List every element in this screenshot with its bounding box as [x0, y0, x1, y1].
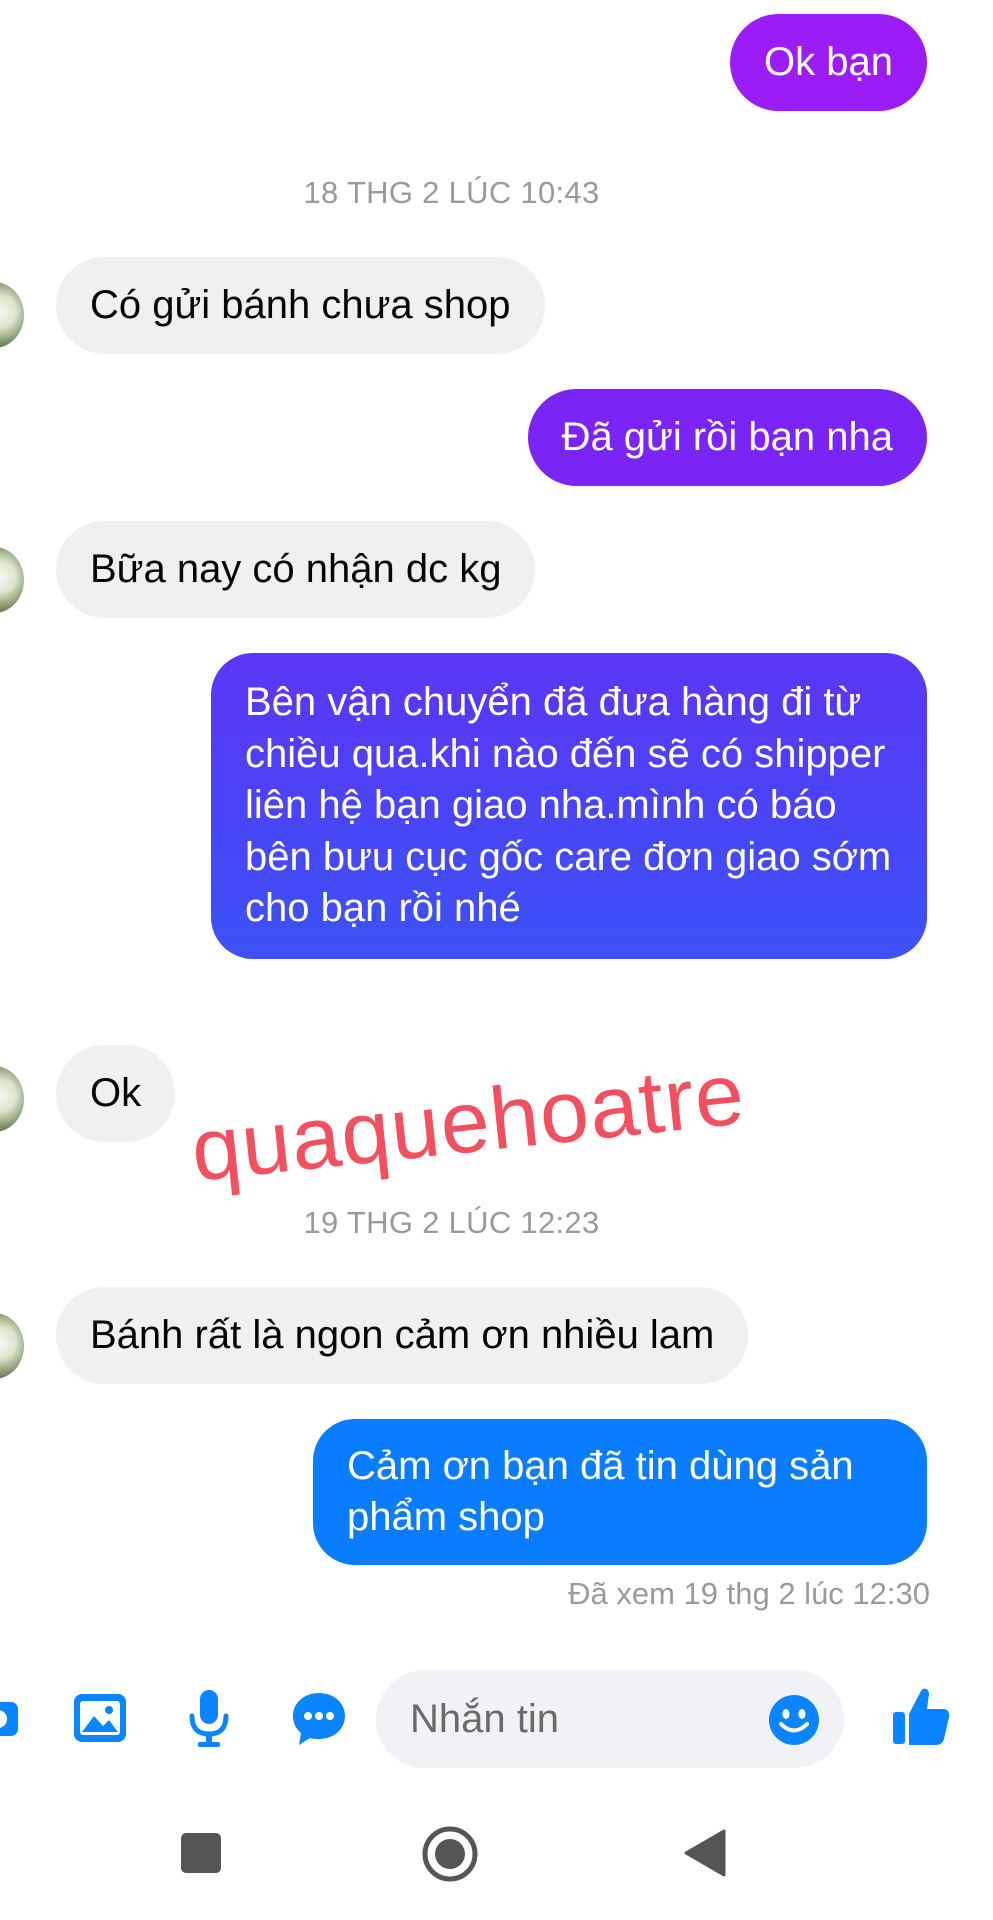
timestamp-divider: 18 THG 2 LÚC 10:43	[303, 175, 600, 210]
message-input[interactable]: Nhắn tin	[376, 1670, 844, 1768]
messenger-screen: Ok bạn 18 THG 2 LÚC 10:43 Có gửi bánh ch…	[0, 0, 993, 1920]
message-incoming[interactable]: Bữa nay có nhận dc kg	[56, 521, 536, 618]
message-incoming[interactable]: Bánh rất là ngon cảm ơn nhiều lam	[56, 1287, 749, 1384]
contact-avatar[interactable]	[0, 1066, 24, 1132]
message-outgoing[interactable]: Cảm ơn bạn đã tin dùng sản phẩm shop	[313, 1419, 927, 1565]
message-composer: Nhắn tin	[0, 1660, 993, 1780]
message-outgoing[interactable]: Bên vận chuyển đã đưa hàng đi từ chiều q…	[211, 653, 927, 959]
message-incoming[interactable]: Ok	[56, 1045, 176, 1142]
watermark-text: quaquehoatre	[186, 1043, 750, 1200]
message-outgoing[interactable]: Đã gửi rồi bạn nha	[527, 389, 927, 486]
home-circle-icon[interactable]	[420, 1824, 480, 1884]
camera-icon[interactable]	[0, 1688, 24, 1750]
message-input-placeholder: Nhắn tin	[410, 1697, 559, 1741]
message-incoming[interactable]: Có gửi bánh chưa shop	[56, 257, 545, 354]
seen-status: Đã xem 19 thg 2 lúc 12:30	[568, 1576, 930, 1611]
timestamp-divider: 19 THG 2 LÚC 12:23	[303, 1205, 600, 1240]
chat-bubble-icon[interactable]	[290, 1690, 348, 1748]
system-navigation-bar	[0, 1790, 993, 1920]
contact-avatar[interactable]	[0, 282, 24, 348]
back-triangle-icon[interactable]	[680, 1828, 730, 1878]
like-icon[interactable]	[890, 1684, 952, 1748]
image-icon[interactable]	[72, 1690, 128, 1746]
message-outgoing[interactable]: Ok bạn	[730, 14, 927, 111]
contact-avatar[interactable]	[0, 547, 24, 613]
emoji-icon[interactable]	[766, 1692, 822, 1748]
microphone-icon[interactable]	[184, 1688, 234, 1748]
contact-avatar[interactable]	[0, 1313, 24, 1379]
square-icon[interactable]	[178, 1830, 224, 1876]
